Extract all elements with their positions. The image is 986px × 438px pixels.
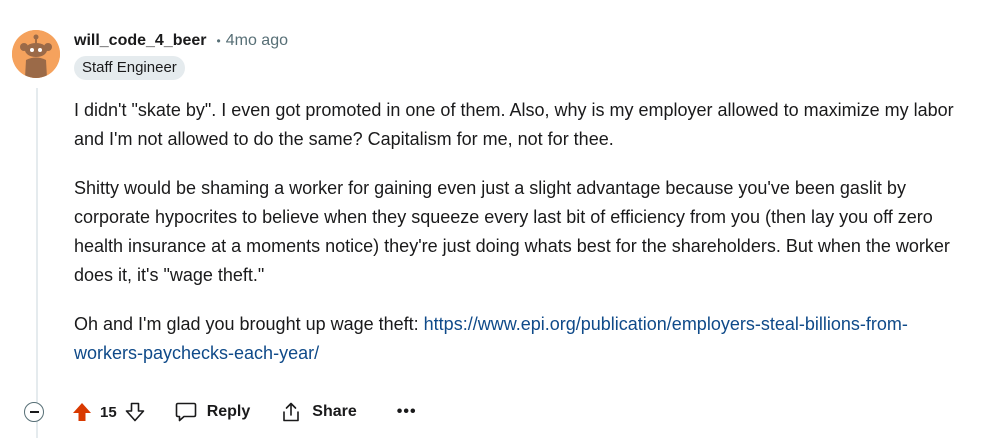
collapse-button[interactable] xyxy=(24,402,44,422)
vote-controls: 15 xyxy=(72,402,145,422)
share-label: Share xyxy=(312,403,357,420)
comment-header: will_code_4_beer • 4mo ago xyxy=(74,30,288,52)
downvote-arrow-icon[interactable] xyxy=(125,402,145,422)
meta-separator: • xyxy=(216,34,221,48)
avatar[interactable] xyxy=(12,30,60,78)
reply-button[interactable]: Reply xyxy=(175,402,251,422)
comment-body: I didn't "skate by". I even got promoted… xyxy=(74,96,974,388)
comment-timestamp[interactable]: 4mo ago xyxy=(226,32,288,50)
share-button[interactable]: Share xyxy=(280,401,357,423)
paragraph-text: Oh and I'm glad you brought up wage thef… xyxy=(74,314,424,334)
more-options-button[interactable]: ••• xyxy=(397,403,417,421)
collapse-minus-icon xyxy=(29,411,39,413)
author-username[interactable]: will_code_4_beer xyxy=(74,32,207,50)
reply-label: Reply xyxy=(206,403,251,420)
vote-count: 15 xyxy=(100,403,117,421)
user-flair: Staff Engineer xyxy=(74,56,185,80)
share-icon xyxy=(283,402,300,422)
comment-paragraph: I didn't "skate by". I even got promoted… xyxy=(74,100,954,149)
comment-bubble-icon xyxy=(175,402,196,422)
upvote-arrow-icon[interactable] xyxy=(72,402,92,422)
comment-paragraph: Shitty would be shaming a worker for gai… xyxy=(74,178,950,285)
thread-line[interactable] xyxy=(36,88,38,438)
comment-action-bar: 15 Reply Share ••• xyxy=(24,396,417,428)
snoo-avatar-icon xyxy=(12,30,60,78)
comment-paragraph: Oh and I'm glad you brought up wage thef… xyxy=(74,310,974,368)
